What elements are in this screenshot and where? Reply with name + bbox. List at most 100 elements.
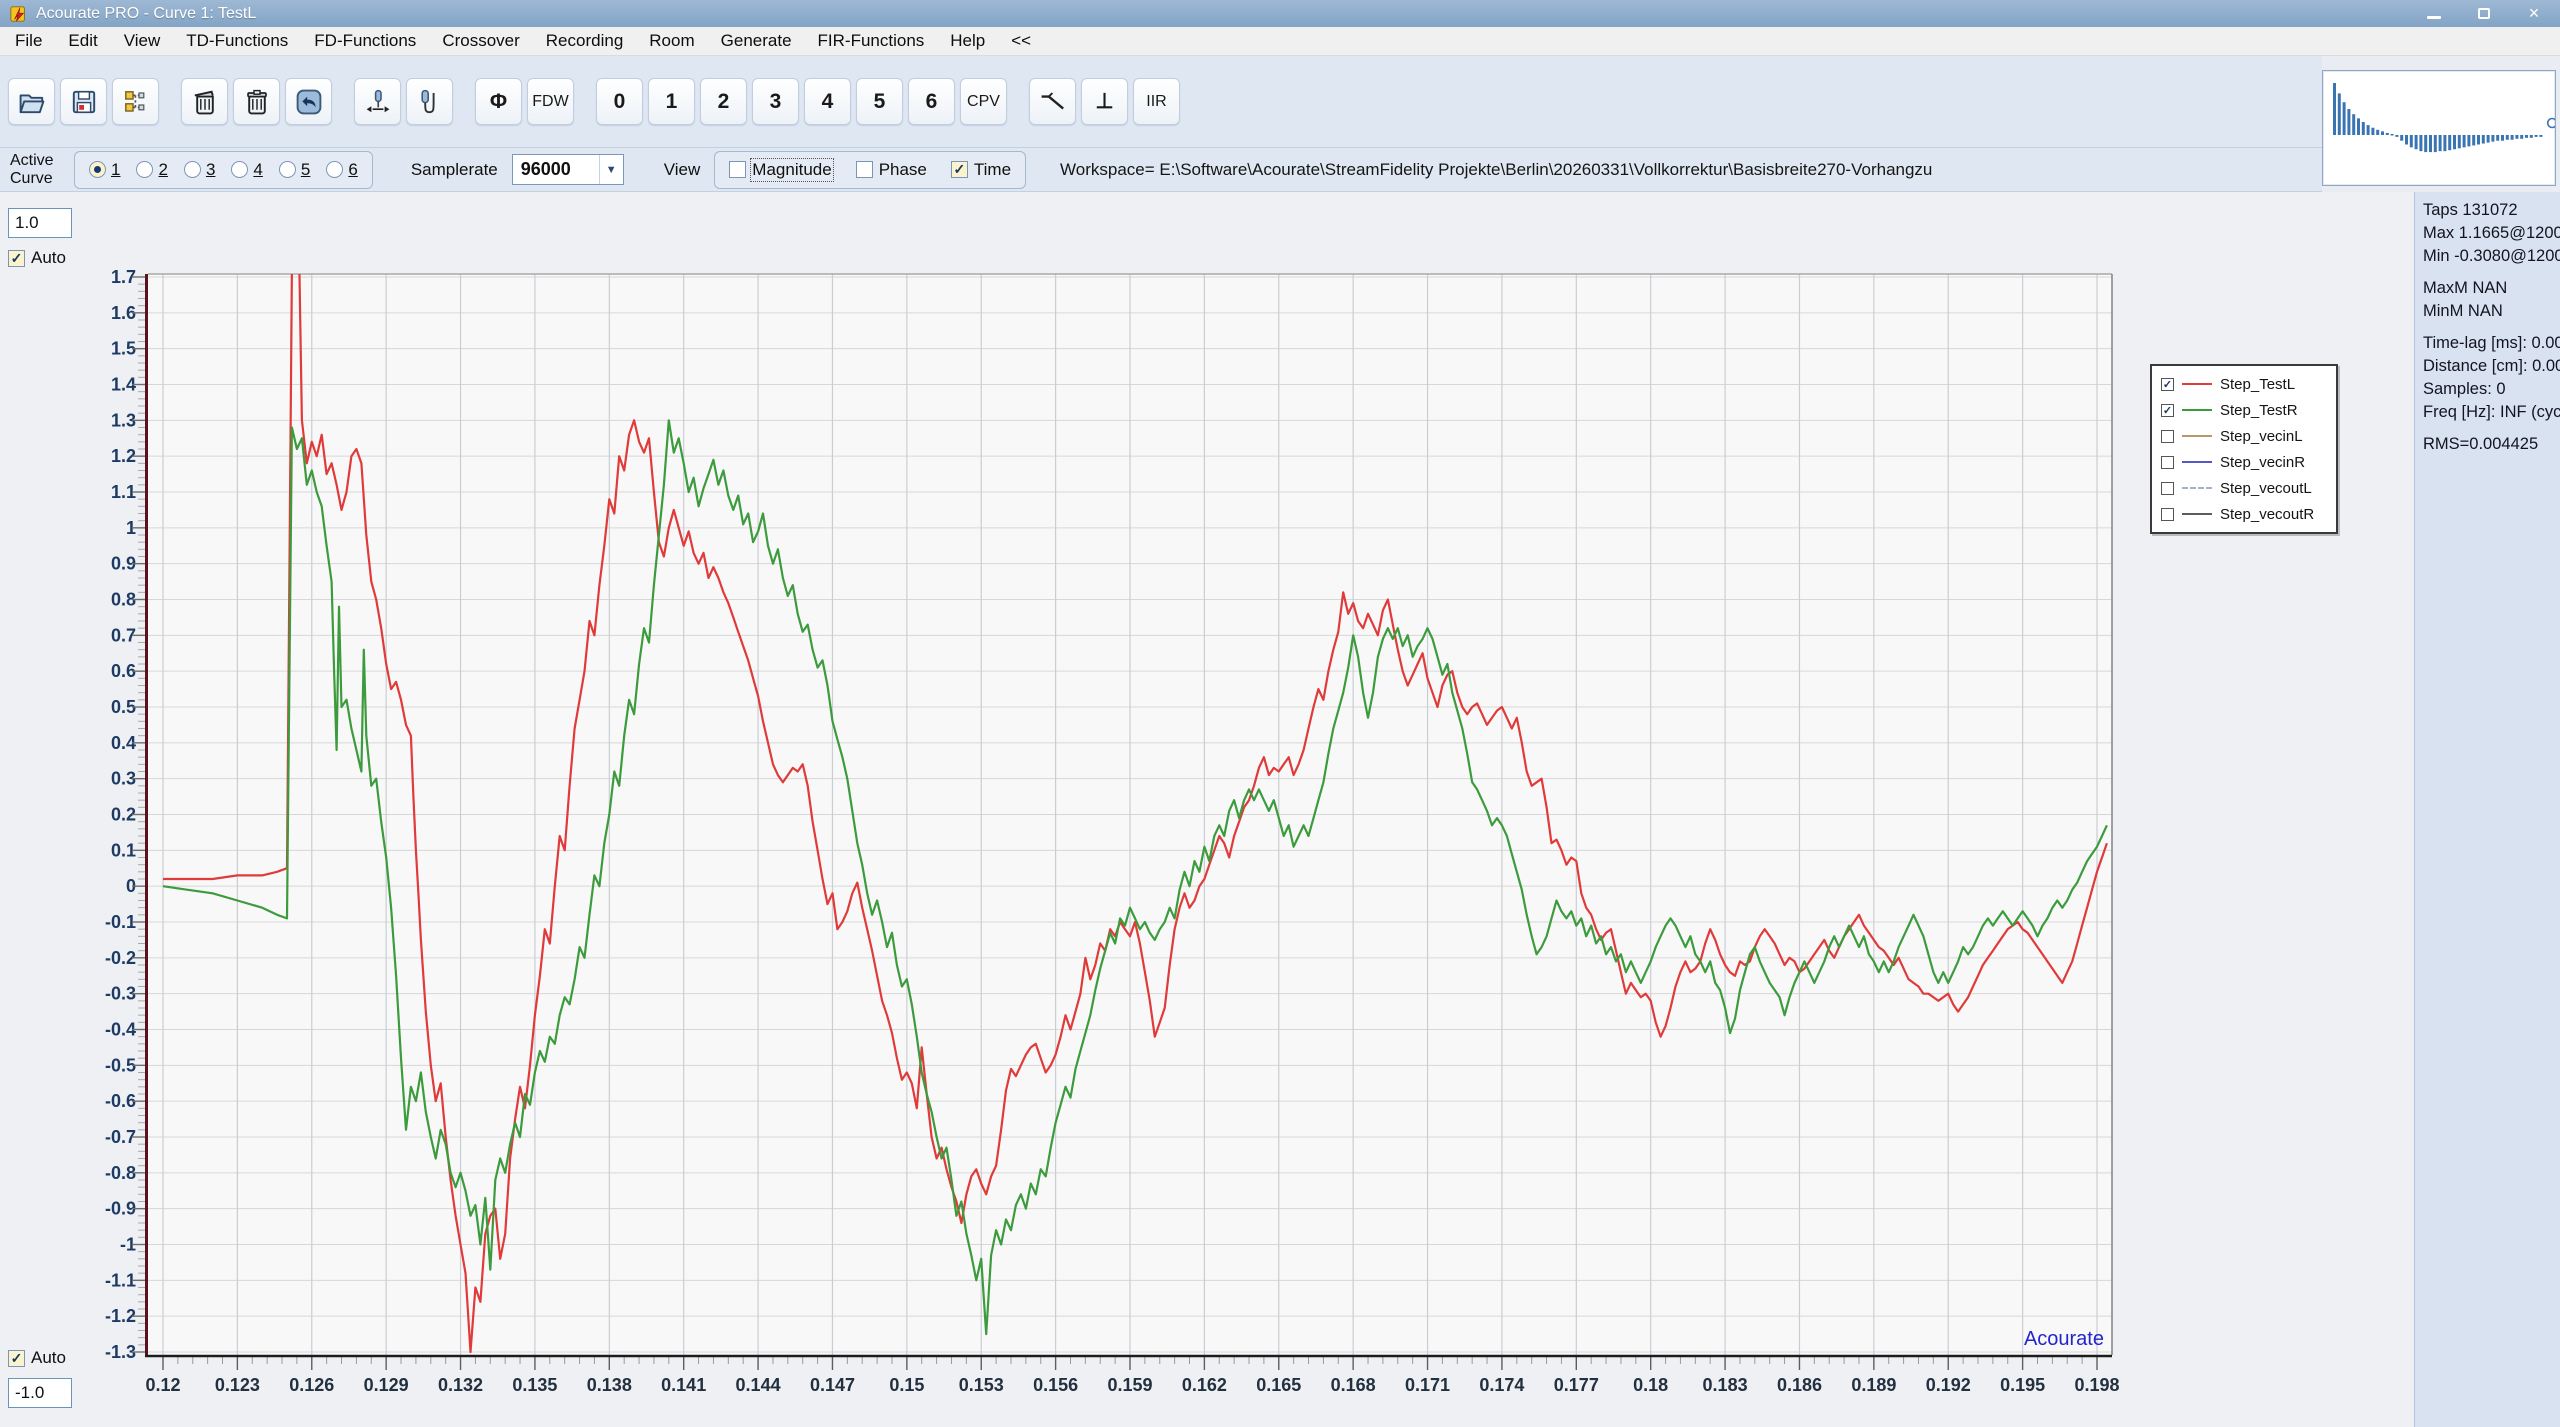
menu-item-help[interactable]: Help <box>937 27 998 55</box>
curve-6-button[interactable]: 6 <box>908 78 955 125</box>
curve-5-button[interactable]: 5 <box>856 78 903 125</box>
mic-move-button[interactable] <box>354 78 401 125</box>
checkbox-checked-icon[interactable]: ✓ <box>8 1350 25 1367</box>
chevron-down-icon[interactable]: ▼ <box>599 155 623 184</box>
menu-item-fir-functions[interactable]: FIR-Functions <box>805 27 938 55</box>
radio-circle-icon[interactable] <box>136 161 153 178</box>
curve-radio-1[interactable]: 1 <box>89 160 120 180</box>
curve-radio-2[interactable]: 2 <box>136 160 167 180</box>
radio-label-6: 6 <box>348 160 357 180</box>
svg-text:0.186: 0.186 <box>1777 1375 1822 1395</box>
checkbox-checked-icon[interactable]: ✓ <box>8 250 25 267</box>
menu-item-view[interactable]: View <box>111 27 174 55</box>
y-max-value: 1.0 <box>15 213 39 233</box>
perpendicular-button[interactable]: ⊥ <box>1081 78 1128 125</box>
y-min-input[interactable]: -1.0 <box>8 1378 72 1408</box>
toolbar-group-2 <box>181 78 332 125</box>
checkbox-unchecked-icon[interactable] <box>729 161 746 178</box>
trash-button[interactable] <box>233 78 280 125</box>
y-max-input[interactable]: 1.0 <box>8 208 72 238</box>
radio-circle-icon[interactable] <box>279 161 296 178</box>
menu-item-crossover[interactable]: Crossover <box>429 27 532 55</box>
curve-2-button[interactable]: 2 <box>700 78 747 125</box>
view-checkbox-label: Magnitude <box>752 160 831 180</box>
svg-text:-0.9: -0.9 <box>105 1199 136 1219</box>
menu-item-generate[interactable]: Generate <box>708 27 805 55</box>
checkbox-checked-icon[interactable]: ✓ <box>951 161 968 178</box>
stats-group: Time-lag [ms]: 0.00Distance [cm]: 0.00Sa… <box>2423 332 2560 424</box>
title-bar: Acourate PRO - Curve 1: TestL × <box>0 0 2560 27</box>
radio-label-3: 3 <box>206 160 215 180</box>
curve-1-button[interactable]: 1 <box>648 78 695 125</box>
radio-circle-icon[interactable] <box>89 161 106 178</box>
close-button[interactable]: × <box>2522 0 2546 27</box>
checkbox-checked-icon[interactable]: ✓ <box>2161 378 2174 391</box>
step-response-plot[interactable]: 1.71.61.51.41.31.21.110.90.80.70.60.50.4… <box>0 192 2414 1427</box>
menu-item-file[interactable]: File <box>2 27 55 55</box>
curve-0-button[interactable]: 0 <box>596 78 643 125</box>
checkbox-unchecked-icon[interactable] <box>2161 508 2174 521</box>
svg-text:-0.5: -0.5 <box>105 1055 136 1075</box>
auto-scale-bottom-checkbox[interactable]: ✓ Auto <box>8 1348 66 1368</box>
legend-row-step_vecinl: Step_vecinL <box>2152 423 2336 449</box>
menu-item--[interactable]: << <box>998 27 1044 55</box>
phase-button[interactable]: Φ <box>475 78 522 125</box>
checkbox-unchecked-icon[interactable] <box>2161 456 2174 469</box>
impulse-preview-thumbnail[interactable] <box>2322 70 2556 186</box>
menu-item-recording[interactable]: Recording <box>533 27 637 55</box>
checkbox-unchecked-icon[interactable] <box>2161 482 2174 495</box>
svg-text:0.198: 0.198 <box>2074 1375 2119 1395</box>
fdw-button[interactable]: FDW <box>527 78 574 125</box>
maximize-button[interactable] <box>2472 0 2496 27</box>
checkbox-checked-icon[interactable]: ✓ <box>2161 404 2174 417</box>
curve-radio-5[interactable]: 5 <box>279 160 310 180</box>
auto-scale-top-checkbox[interactable]: ✓ Auto <box>8 248 66 268</box>
radio-circle-icon[interactable] <box>184 161 201 178</box>
curve-radio-4[interactable]: 4 <box>231 160 262 180</box>
svg-text:-0.3: -0.3 <box>105 984 136 1004</box>
svg-text:-0.6: -0.6 <box>105 1091 136 1111</box>
checkbox-unchecked-icon[interactable] <box>2161 430 2174 443</box>
app-logo-icon <box>10 5 28 23</box>
view-checkbox-phase[interactable]: Phase <box>856 160 927 180</box>
auto-label: Auto <box>31 248 66 268</box>
menu-item-edit[interactable]: Edit <box>55 27 110 55</box>
curve-radio-3[interactable]: 3 <box>184 160 215 180</box>
right-stats-panel: Taps 131072Max 1.1665@12000Min -0.3080@1… <box>2414 192 2560 1427</box>
curve-tree-button[interactable] <box>112 78 159 125</box>
save-button[interactable] <box>60 78 107 125</box>
stats-line: MaxM NAN <box>2423 277 2560 300</box>
radio-circle-icon[interactable] <box>326 161 343 178</box>
workspace-path: Workspace= E:\Software\Acourate\StreamFi… <box>1060 160 1932 180</box>
view-checkbox-magnitude[interactable]: Magnitude <box>729 160 831 180</box>
mic-record-button[interactable] <box>406 78 453 125</box>
minimize-button[interactable] <box>2422 0 2446 27</box>
curve-radio-6[interactable]: 6 <box>326 160 357 180</box>
delete-curve-button[interactable] <box>181 78 228 125</box>
checkbox-unchecked-icon[interactable] <box>856 161 873 178</box>
curve-3-button[interactable]: 3 <box>752 78 799 125</box>
crossover-slope-button[interactable] <box>1029 78 1076 125</box>
svg-text:0.12: 0.12 <box>145 1375 180 1395</box>
svg-text:0.168: 0.168 <box>1331 1375 1376 1395</box>
undo-button[interactable] <box>285 78 332 125</box>
menu-item-fd-functions[interactable]: FD-Functions <box>301 27 429 55</box>
mic-move-icon <box>363 87 393 117</box>
curve-4-button[interactable]: 4 <box>804 78 851 125</box>
iir-button[interactable]: IIR <box>1133 78 1180 125</box>
legend-line-sample <box>2182 435 2212 437</box>
open-folder-icon <box>17 87 47 117</box>
menu-item-td-functions[interactable]: TD-Functions <box>173 27 301 55</box>
cpv-button[interactable]: CPV <box>960 78 1007 125</box>
svg-text:0.189: 0.189 <box>1851 1375 1896 1395</box>
active-curve-radio-group: 12 345 6 <box>74 151 373 189</box>
menu-item-room[interactable]: Room <box>636 27 707 55</box>
active-curve-label: Active Curve <box>10 152 68 188</box>
open-folder-button[interactable] <box>8 78 55 125</box>
stats-line: Max 1.1665@12000 <box>2423 222 2560 245</box>
radio-circle-icon[interactable] <box>231 161 248 178</box>
toolbar: ΦFDW 0123456CPV ⊥IIR <box>0 56 2322 148</box>
samplerate-select[interactable]: 96000 ▼ <box>512 154 624 185</box>
svg-text:0.174: 0.174 <box>1479 1375 1524 1395</box>
view-checkbox-time[interactable]: ✓Time <box>951 160 1011 180</box>
